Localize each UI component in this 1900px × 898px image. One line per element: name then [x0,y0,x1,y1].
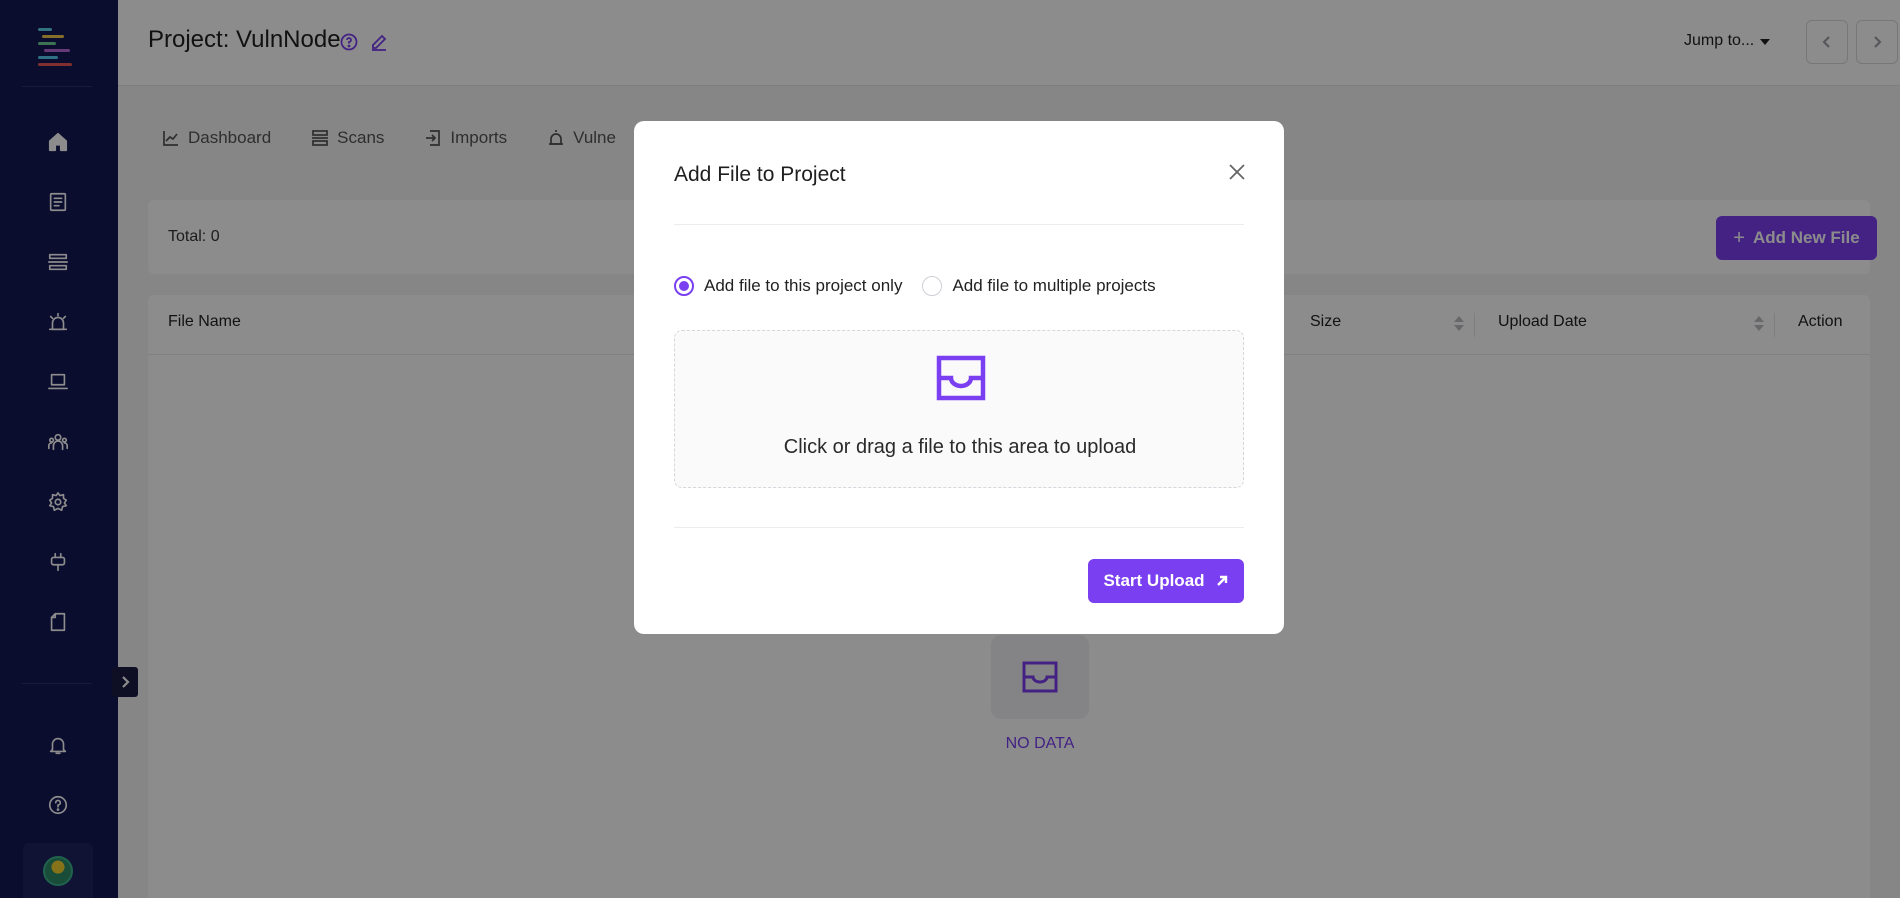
upload-scope-radio-group: Add file to this project only Add file t… [674,276,1176,296]
radio-this-project-only[interactable] [674,276,694,296]
add-file-modal: Add File to Project Add file to this pro… [634,121,1284,634]
radio-multiple-projects[interactable] [922,276,943,296]
modal-title: Add File to Project [674,163,846,186]
radio-label-this-project-only[interactable]: Add file to this project only [704,276,902,296]
modal-divider [674,224,1244,225]
start-upload-button[interactable]: Start Upload [1088,559,1244,603]
radio-label-multiple-projects[interactable]: Add file to multiple projects [952,276,1155,296]
close-icon [1229,164,1245,180]
close-button[interactable] [1226,161,1248,183]
inbox-icon [936,355,986,401]
file-drop-zone[interactable]: Click or drag a file to this area to upl… [674,330,1244,488]
arrow-up-right-icon [1216,575,1227,586]
modal-divider [674,527,1244,528]
drop-zone-text: Click or drag a file to this area to upl… [783,436,1137,458]
